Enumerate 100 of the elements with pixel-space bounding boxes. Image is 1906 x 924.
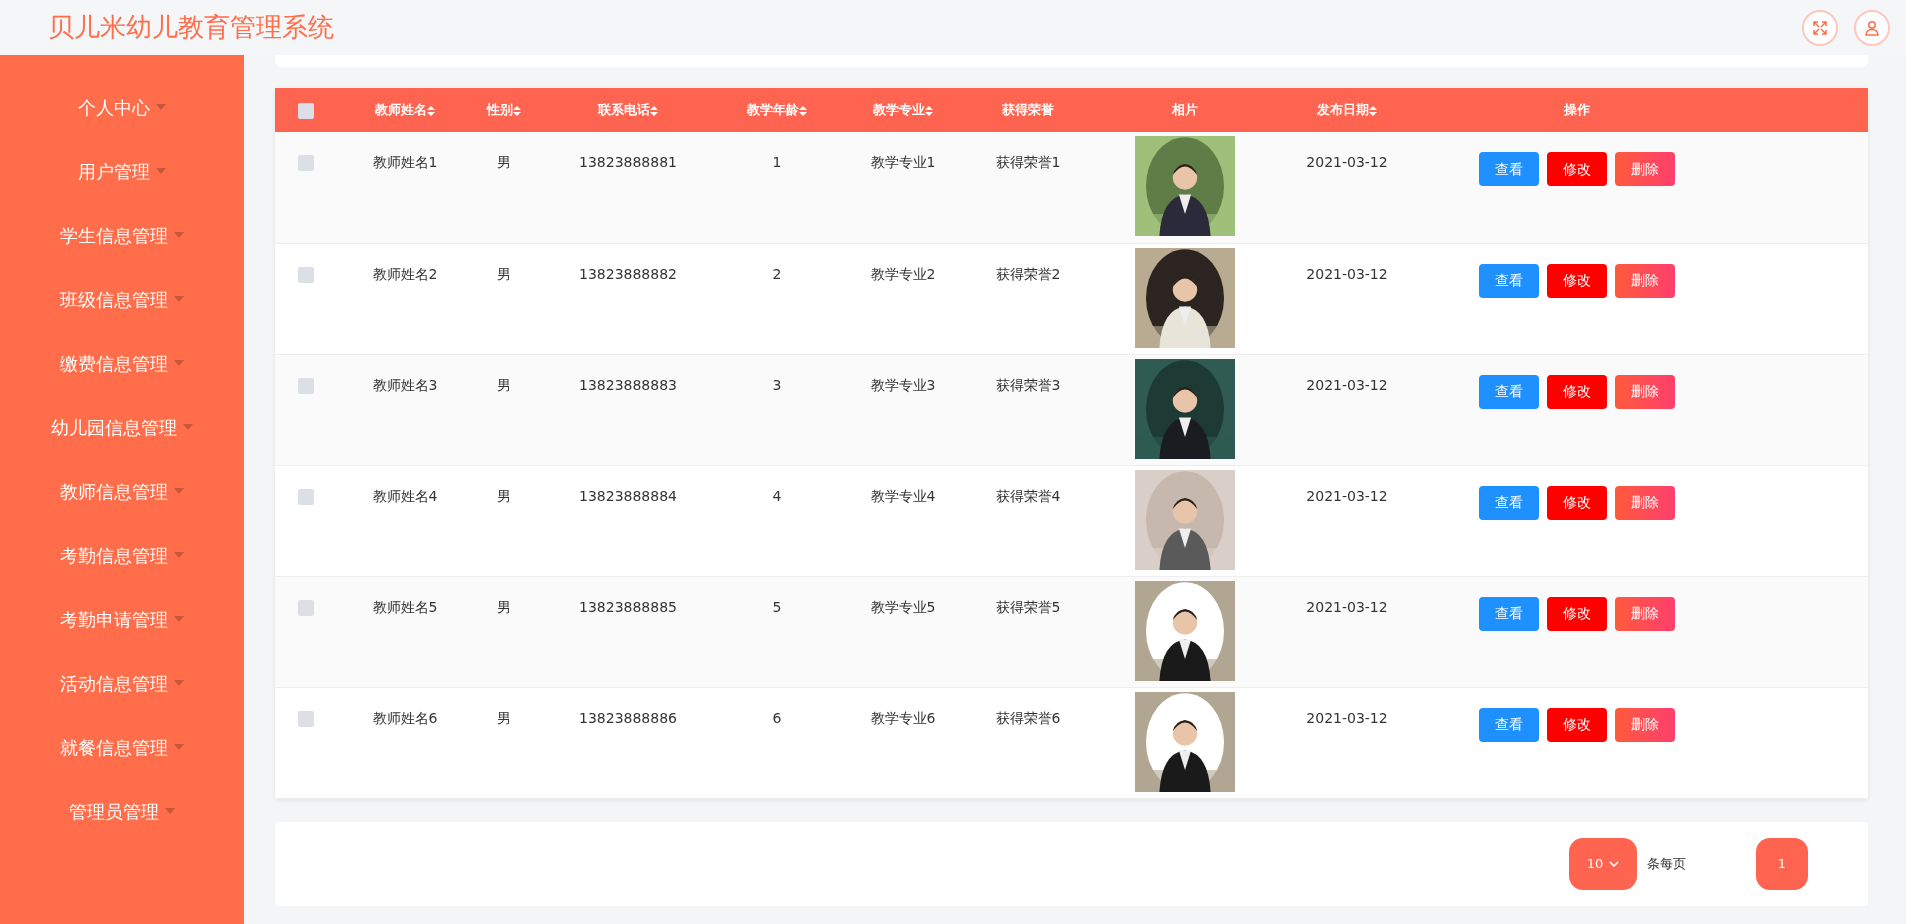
sidebar-item[interactable]: 就餐信息管理 (0, 715, 244, 779)
sidebar-item[interactable]: 活动信息管理 (0, 651, 244, 715)
table-cell: 4 (772, 487, 782, 504)
sort-icon[interactable] (513, 105, 521, 116)
edit-button[interactable]: 修改 (1547, 374, 1607, 409)
sort-icon[interactable] (1369, 105, 1377, 116)
sidebar-item[interactable]: 教师信息管理 (0, 459, 244, 523)
sort-icon[interactable] (427, 105, 435, 116)
caret-icon (174, 488, 184, 494)
view-button[interactable]: 查看 (1479, 263, 1539, 298)
caret-icon (174, 744, 184, 750)
caret-icon (174, 296, 184, 302)
sidebar-item[interactable]: 幼儿园信息管理 (0, 395, 244, 459)
table-cell: 教师姓名2 (372, 265, 438, 282)
checkbox[interactable] (298, 155, 314, 171)
delete-button[interactable]: 删除 (1615, 707, 1675, 742)
table-cell: 6 (772, 709, 782, 726)
column-header[interactable]: 联系电话 (598, 102, 650, 118)
chevron-down-icon (1609, 860, 1620, 867)
fullscreen-icon (1812, 19, 1828, 36)
edit-button[interactable]: 修改 (1547, 707, 1607, 742)
table-cell: 男 (497, 154, 511, 170)
column-header[interactable]: 教学专业 (873, 102, 925, 118)
table-cell: 男 (497, 265, 511, 282)
delete-button[interactable]: 删除 (1615, 485, 1675, 520)
table-cell: 男 (497, 376, 511, 393)
caret-icon (174, 552, 184, 558)
caret-icon (183, 424, 193, 430)
table-cell: 教学专业4 (870, 487, 936, 504)
column-header: 相片 (1172, 102, 1198, 118)
table-cell: 2021-03-12 (1306, 265, 1388, 282)
sidebar-item[interactable]: 学生信息管理 (0, 203, 244, 267)
view-button[interactable]: 查看 (1479, 374, 1539, 409)
sidebar-item[interactable]: 用户管理 (0, 139, 244, 203)
table-cell: 男 (497, 598, 511, 615)
checkbox[interactable] (298, 377, 314, 394)
delete-button[interactable]: 删除 (1615, 152, 1675, 186)
table-cell: 2021-03-12 (1306, 154, 1388, 170)
app-title: 贝儿米幼儿教育管理系统 (48, 11, 334, 44)
sidebar-item[interactable]: 个人中心 (0, 75, 244, 139)
table-cell: 5 (772, 598, 782, 615)
column-header[interactable]: 发布日期 (1317, 102, 1369, 118)
edit-button[interactable]: 修改 (1547, 152, 1607, 186)
view-button[interactable]: 查看 (1479, 596, 1539, 631)
sidebar-item[interactable]: 管理员管理 (0, 779, 244, 843)
table-cell: 2021-03-12 (1306, 376, 1388, 393)
table-cell: 3 (772, 376, 782, 393)
edit-button[interactable]: 修改 (1547, 596, 1607, 631)
sort-icon[interactable] (650, 105, 658, 116)
sort-icon[interactable] (799, 105, 807, 116)
checkbox[interactable] (298, 102, 314, 119)
table-cell: 男 (497, 487, 511, 504)
edit-button[interactable]: 修改 (1547, 485, 1607, 520)
checkbox[interactable] (298, 488, 314, 505)
table-cell: 13823888884 (579, 487, 677, 504)
table-cell: 获得荣誉4 (995, 487, 1061, 504)
checkbox[interactable] (298, 599, 314, 616)
view-button[interactable]: 查看 (1479, 707, 1539, 742)
page-size-select[interactable]: 10 (1569, 837, 1637, 890)
table-cell: 2021-03-12 (1306, 487, 1388, 504)
caret-icon (156, 104, 166, 110)
delete-button[interactable]: 删除 (1615, 263, 1675, 298)
table-cell: 教学专业6 (870, 709, 936, 726)
table-cell: 教学专业1 (870, 154, 936, 170)
delete-button[interactable]: 删除 (1615, 374, 1675, 409)
table-cell: 教学专业5 (870, 598, 936, 615)
column-header[interactable]: 教师姓名 (375, 102, 427, 118)
table-cell: 1 (772, 154, 782, 170)
edit-button[interactable]: 修改 (1547, 263, 1607, 298)
sidebar-item[interactable]: 班级信息管理 (0, 267, 244, 331)
checkbox[interactable] (298, 710, 314, 727)
table-cell: 13823888885 (579, 598, 677, 615)
table-cell: 男 (497, 709, 511, 726)
view-button[interactable]: 查看 (1479, 152, 1539, 186)
view-button[interactable]: 查看 (1479, 485, 1539, 520)
sidebar-item[interactable]: 考勤信息管理 (0, 523, 244, 587)
page-button[interactable]: 1 (1756, 837, 1808, 890)
sort-icon[interactable] (925, 105, 933, 116)
sidebar-item[interactable]: 考勤申请管理 (0, 587, 244, 651)
column-header: 获得荣誉 (1002, 102, 1054, 118)
table-cell: 2021-03-12 (1306, 709, 1388, 726)
caret-icon (174, 680, 184, 686)
table-cell: 13823888882 (579, 265, 677, 282)
table-cell: 教师姓名4 (372, 487, 438, 504)
column-header[interactable]: 性别 (487, 102, 513, 118)
table-cell: 13823888883 (579, 376, 677, 393)
sidebar-item[interactable]: 缴费信息管理 (0, 331, 244, 395)
fullscreen-button[interactable] (1802, 9, 1838, 46)
caret-icon (165, 808, 175, 814)
checkbox[interactable] (298, 266, 314, 283)
table-cell: 13823888881 (579, 154, 677, 170)
table-cell: 2021-03-12 (1306, 598, 1388, 615)
user-button[interactable] (1854, 9, 1890, 46)
column-header[interactable]: 教学年龄 (747, 102, 799, 118)
column-header: 操作 (1564, 102, 1590, 118)
table-cell: 获得荣誉3 (995, 376, 1061, 393)
caret-icon (174, 360, 184, 366)
table-cell: 教学专业3 (870, 376, 936, 393)
delete-button[interactable]: 删除 (1615, 596, 1675, 631)
caret-icon (156, 168, 166, 174)
